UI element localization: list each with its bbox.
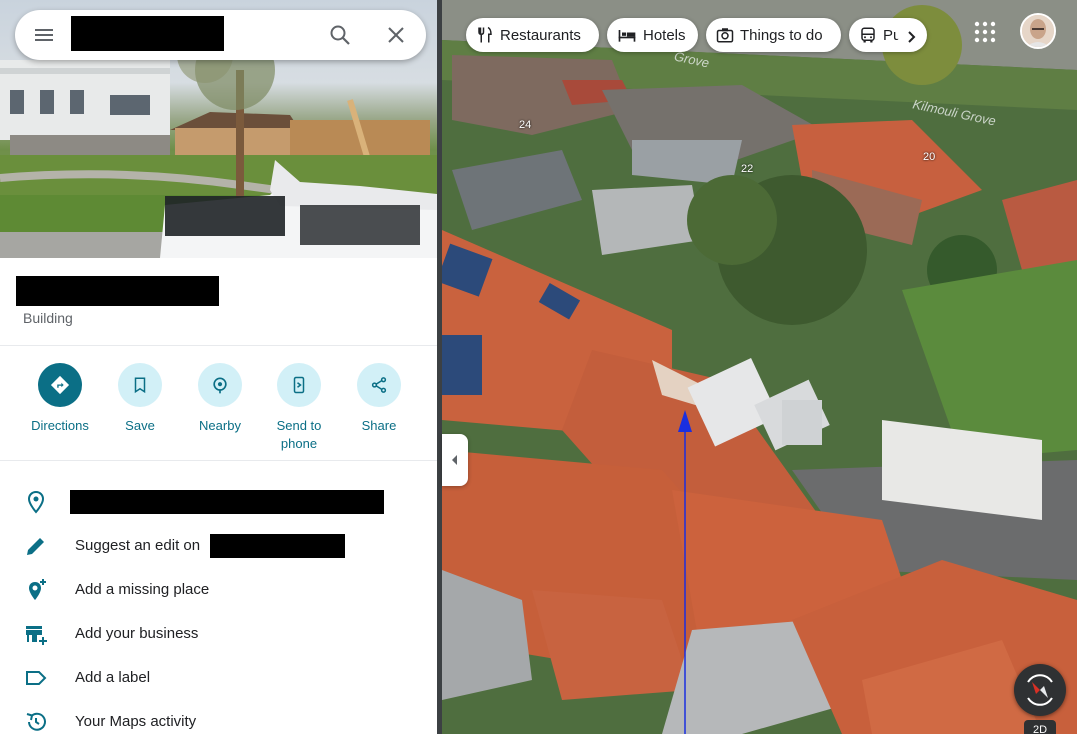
house-number-22: 22 (741, 163, 754, 175)
pencil-icon (27, 538, 44, 555)
send-to-phone-icon (293, 376, 305, 394)
bus-icon (861, 27, 875, 43)
apps-grid-icon[interactable] (974, 21, 996, 43)
add-label-label: Add a label (75, 669, 151, 686)
chevron-right-icon (908, 31, 916, 43)
send-to-phone-button[interactable]: Send to phone (259, 363, 339, 453)
map-3d-view[interactable]: Grove Kilmouli Grove 24 22 20 (442, 0, 1077, 734)
collapse-panel-button[interactable] (442, 434, 468, 486)
toggle-3d-button[interactable]: 2D (1024, 720, 1056, 734)
chip-things-to-do-label: Things to do (740, 26, 823, 44)
search-input-redacted[interactable] (71, 16, 224, 51)
camera-icon (716, 28, 734, 43)
chip-hotels-label: Hotels (643, 26, 686, 44)
suggest-edit-target-redacted (210, 534, 345, 558)
nearby-label: Nearby (199, 418, 241, 433)
nearby-icon (213, 377, 227, 394)
add-location-icon (29, 579, 46, 600)
save-button[interactable]: Save (100, 363, 180, 435)
add-label-row[interactable]: Add a label (0, 656, 437, 700)
house-number-20: 20 (923, 151, 936, 163)
profile-photo (1022, 15, 1054, 47)
place-header (0, 258, 437, 346)
address-row[interactable] (0, 480, 437, 524)
share-button[interactable]: Share (339, 363, 419, 435)
chevron-left-icon (452, 455, 457, 465)
search-icon[interactable] (328, 23, 352, 47)
suggest-edit-label: Suggest an edit on (75, 537, 201, 554)
fork-knife-icon (478, 26, 492, 43)
add-business-row[interactable]: Add your business (0, 612, 437, 656)
menu-icon[interactable] (32, 23, 56, 47)
share-label: Share (361, 418, 397, 433)
compass-icon (1027, 674, 1053, 706)
chip-hotels[interactable]: Hotels (607, 18, 698, 52)
location-pin-icon (27, 490, 45, 514)
add-business-label: Add your business (75, 625, 199, 642)
label-icon (26, 671, 47, 685)
directions-label: Directions (31, 418, 89, 433)
address-redacted (70, 490, 384, 514)
action-buttons: Directions Save Nearby Send to phone Sha… (0, 347, 437, 461)
directions-button[interactable]: Directions (20, 363, 100, 435)
chip-restaurants-label: Restaurants (500, 26, 581, 44)
chips-scroll-right-button[interactable] (898, 24, 924, 50)
history-icon (26, 712, 46, 731)
place-panel: Building Directions Save Nearby Send to … (0, 0, 437, 734)
nearby-button[interactable]: Nearby (180, 363, 260, 435)
bed-icon (618, 30, 636, 42)
account-avatar[interactable] (1020, 13, 1056, 49)
add-missing-place-label: Add a missing place (75, 581, 210, 598)
bookmark-icon (134, 377, 146, 394)
place-name-redacted (16, 276, 219, 306)
add-business-icon (26, 626, 47, 645)
maps-app: Building Directions Save Nearby Send to … (0, 0, 1077, 734)
place-type: Building (23, 310, 73, 326)
send-to-phone-label: Send to phone (276, 418, 322, 451)
suggest-edit-row[interactable]: Suggest an edit on (0, 524, 437, 568)
maps-activity-row[interactable]: Your Maps activity (0, 700, 437, 734)
compass-button[interactable] (1014, 664, 1066, 716)
directions-icon (50, 375, 70, 395)
chip-restaurants[interactable]: Restaurants (466, 18, 599, 52)
save-label: Save (125, 418, 155, 433)
maps-activity-label: Your Maps activity (75, 713, 197, 730)
search-bar[interactable] (15, 10, 426, 60)
add-missing-place-row[interactable]: Add a missing place (0, 568, 437, 612)
chip-things-to-do[interactable]: Things to do (706, 18, 841, 52)
close-icon[interactable] (384, 23, 408, 47)
street-view-photo[interactable] (0, 0, 437, 258)
share-icon (371, 377, 387, 393)
house-number-24: 24 (519, 119, 532, 131)
